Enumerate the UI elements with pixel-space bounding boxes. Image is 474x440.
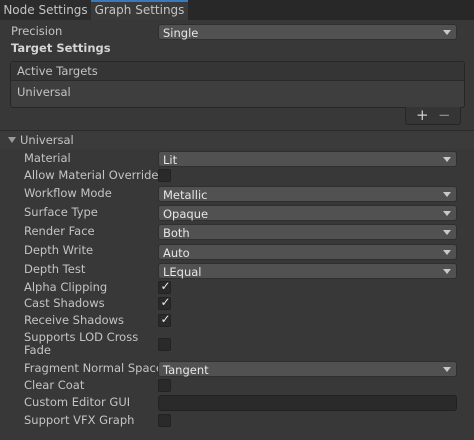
fragment-normal-space-value: Tangent [163,363,209,377]
supports-lod-cross-fade-label-line1: Supports LOD Cross [24,330,139,344]
tab-bar: Node Settings Graph Settings [0,0,474,20]
remove-target-button[interactable]: − [438,106,451,124]
workflow-mode-dropdown[interactable]: Metallic [158,186,457,202]
chevron-down-icon [443,230,451,235]
active-targets-header-label: Active Targets [17,64,98,78]
universal-foldout[interactable]: Universal [0,131,474,149]
allow-material-override-checkbox[interactable] [158,169,171,182]
depth-test-value: LEqual [163,265,202,279]
chevron-down-icon [443,211,451,216]
supports-lod-cross-fade-checkbox[interactable] [158,338,171,351]
clear-coat-label: Clear Coat [24,378,85,392]
tab-graph-settings[interactable]: Graph Settings [91,0,188,20]
add-target-button[interactable]: + [416,106,429,124]
render-face-value: Both [163,226,190,240]
depth-write-dropdown[interactable]: Auto [158,244,457,260]
alpha-clipping-checkbox[interactable]: ✓ [158,279,171,294]
list-add-remove-controls: + − [405,106,461,125]
chevron-down-icon [443,157,451,162]
checkmark-icon: ✓ [160,279,171,293]
clear-coat-checkbox[interactable] [158,379,171,392]
surface-type-value: Opaque [163,207,209,221]
universal-foldout-title: Universal [20,133,74,147]
custom-editor-gui-label: Custom Editor GUI [24,395,131,409]
checkmark-icon: ✓ [160,312,171,326]
depth-write-label: Depth Write [24,243,94,257]
receive-shadows-label: Receive Shadows [24,313,125,327]
chevron-down-icon [443,30,451,35]
depth-write-value: Auto [163,246,190,260]
support-vfx-graph-checkbox[interactable] [158,414,171,427]
fragment-normal-space-dropdown[interactable]: Tangent [158,361,457,377]
surface-type-dropdown[interactable]: Opaque [158,205,457,221]
alpha-clipping-label: Alpha Clipping [24,280,108,294]
render-face-dropdown[interactable]: Both [158,224,457,240]
chevron-down-icon [443,192,451,197]
chevron-down-icon [443,269,451,274]
material-value: Lit [163,153,178,167]
material-dropdown[interactable]: Lit [158,151,457,167]
supports-lod-cross-fade-label-line2: Fade [24,343,51,357]
support-vfx-graph-label: Support VFX Graph [24,413,135,427]
fragment-normal-space-label: Fragment Normal Space [24,361,163,375]
material-label: Material [24,151,71,165]
workflow-mode-value: Metallic [163,188,208,202]
precision-value: Single [163,26,199,40]
active-targets-list: Active Targets Universal [10,61,465,108]
workflow-mode-label: Workflow Mode [24,186,112,200]
depth-test-label: Depth Test [24,262,86,276]
target-settings-title: Target Settings [11,41,111,55]
precision-label: Precision [11,24,63,38]
active-targets-header: Active Targets [11,62,464,81]
checkmark-icon: ✓ [160,295,171,309]
chevron-down-icon [443,250,451,255]
precision-dropdown[interactable]: Single [158,24,457,40]
tab-node-settings[interactable]: Node Settings [0,0,91,20]
render-face-label: Render Face [24,224,95,238]
cast-shadows-checkbox[interactable]: ✓ [158,295,171,310]
depth-test-dropdown[interactable]: LEqual [158,263,457,279]
surface-type-label: Surface Type [24,205,98,219]
cast-shadows-label: Cast Shadows [24,296,105,310]
custom-editor-gui-input[interactable] [158,395,457,411]
foldout-arrow-icon [8,137,16,143]
allow-material-override-label: Allow Material Override [24,168,159,182]
list-item-universal[interactable]: Universal [17,85,71,99]
chevron-down-icon [443,367,451,372]
receive-shadows-checkbox[interactable]: ✓ [158,312,171,327]
